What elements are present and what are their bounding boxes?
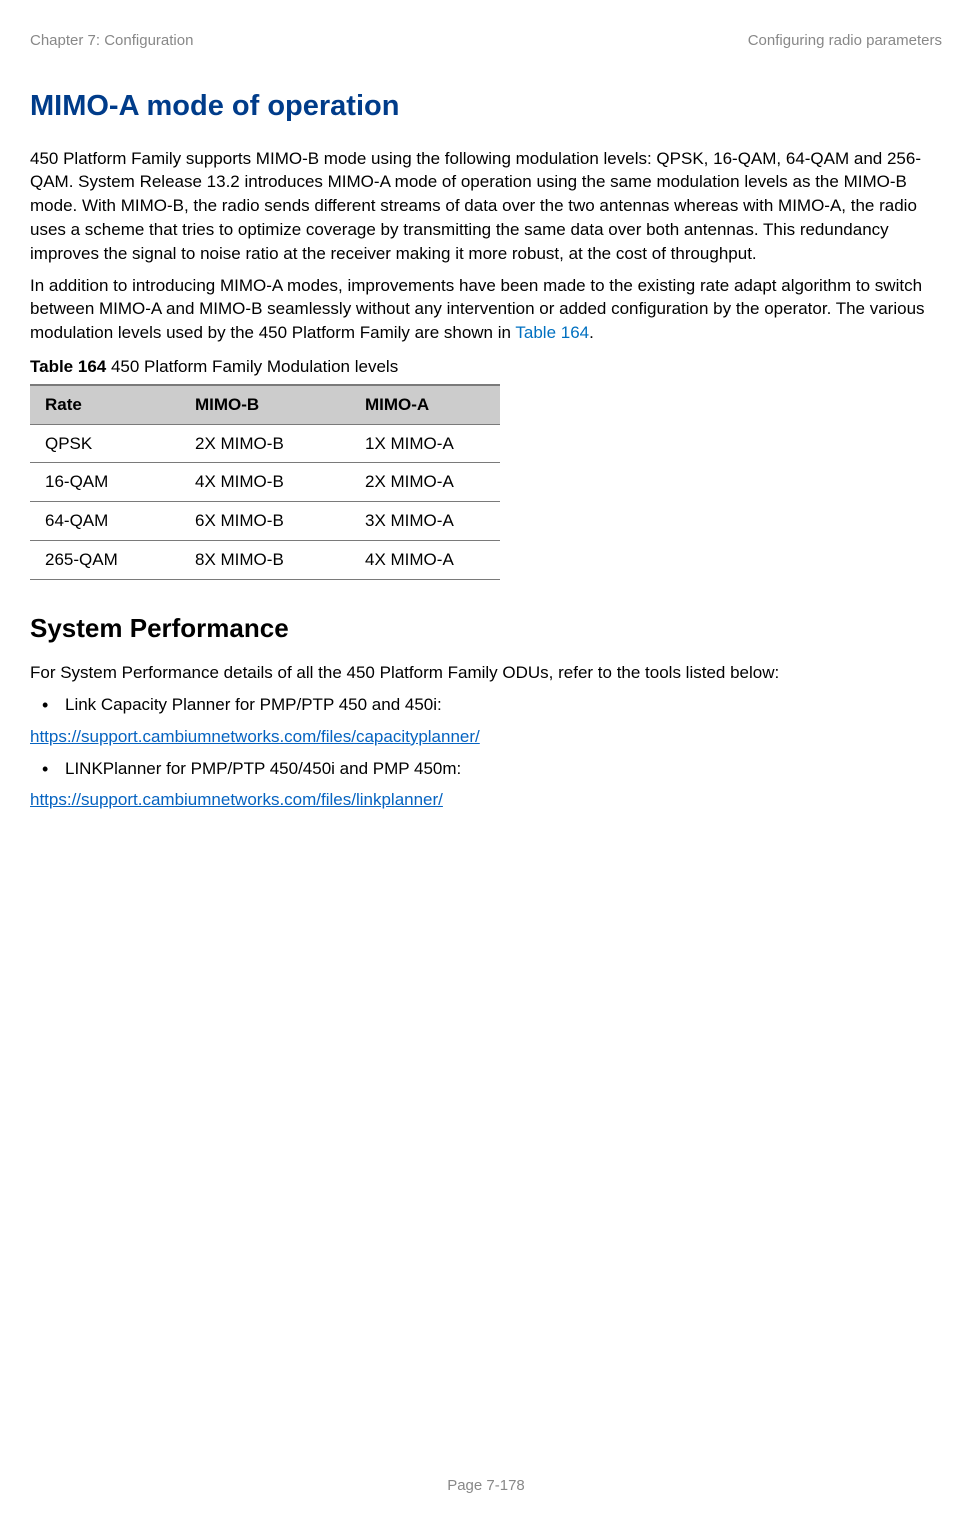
list-item: LINKPlanner for PMP/PTP 450/450i and PMP… bbox=[30, 757, 942, 781]
paragraph-system-performance: For System Performance details of all th… bbox=[30, 661, 942, 685]
col-header-mimo-b: MIMO-B bbox=[185, 385, 355, 424]
link-linkplanner[interactable]: https://support.cambiumnetworks.com/file… bbox=[30, 790, 443, 809]
table-caption-number: Table 164 bbox=[30, 357, 106, 376]
page-footer: Page 7-178 bbox=[0, 1475, 972, 1496]
heading-mimo-a: MIMO-A mode of operation bbox=[30, 86, 942, 127]
modulation-levels-table: Rate MIMO-B MIMO-A QPSK 2X MIMO-B 1X MIM… bbox=[30, 384, 500, 580]
heading-system-performance: System Performance bbox=[30, 610, 942, 646]
cell: 2X MIMO-A bbox=[355, 463, 500, 502]
table-caption-title: 450 Platform Family Modulation levels bbox=[106, 357, 398, 376]
col-header-rate: Rate bbox=[30, 385, 185, 424]
table-caption: Table 164 450 Platform Family Modulation… bbox=[30, 355, 942, 379]
text: In addition to introducing MIMO-A modes,… bbox=[30, 276, 925, 343]
cell: 1X MIMO-A bbox=[355, 424, 500, 463]
cell: 6X MIMO-B bbox=[185, 502, 355, 541]
cross-reference-table-164[interactable]: Table 164 bbox=[515, 323, 589, 342]
cell: 3X MIMO-A bbox=[355, 502, 500, 541]
page-header: Chapter 7: Configuration Configuring rad… bbox=[30, 30, 942, 51]
header-left: Chapter 7: Configuration bbox=[30, 30, 193, 51]
bullet-list: LINKPlanner for PMP/PTP 450/450i and PMP… bbox=[30, 757, 942, 781]
cell: 4X MIMO-B bbox=[185, 463, 355, 502]
paragraph-intro-2: In addition to introducing MIMO-A modes,… bbox=[30, 274, 942, 345]
cell: 265-QAM bbox=[30, 540, 185, 579]
table-header-row: Rate MIMO-B MIMO-A bbox=[30, 385, 500, 424]
list-item: Link Capacity Planner for PMP/PTP 450 an… bbox=[30, 693, 942, 717]
cell: 2X MIMO-B bbox=[185, 424, 355, 463]
table-row: 64-QAM 6X MIMO-B 3X MIMO-A bbox=[30, 502, 500, 541]
header-right: Configuring radio parameters bbox=[748, 30, 942, 51]
col-header-mimo-a: MIMO-A bbox=[355, 385, 500, 424]
text: . bbox=[589, 323, 594, 342]
table-row: 265-QAM 8X MIMO-B 4X MIMO-A bbox=[30, 540, 500, 579]
bullet-list: Link Capacity Planner for PMP/PTP 450 an… bbox=[30, 693, 942, 717]
cell: 64-QAM bbox=[30, 502, 185, 541]
cell: 4X MIMO-A bbox=[355, 540, 500, 579]
cell: 8X MIMO-B bbox=[185, 540, 355, 579]
table-row: QPSK 2X MIMO-B 1X MIMO-A bbox=[30, 424, 500, 463]
link-capacity-planner[interactable]: https://support.cambiumnetworks.com/file… bbox=[30, 727, 480, 746]
cell: QPSK bbox=[30, 424, 185, 463]
link-line: https://support.cambiumnetworks.com/file… bbox=[30, 788, 942, 812]
link-line: https://support.cambiumnetworks.com/file… bbox=[30, 725, 942, 749]
table-row: 16-QAM 4X MIMO-B 2X MIMO-A bbox=[30, 463, 500, 502]
cell: 16-QAM bbox=[30, 463, 185, 502]
paragraph-intro-1: 450 Platform Family supports MIMO-B mode… bbox=[30, 147, 942, 266]
